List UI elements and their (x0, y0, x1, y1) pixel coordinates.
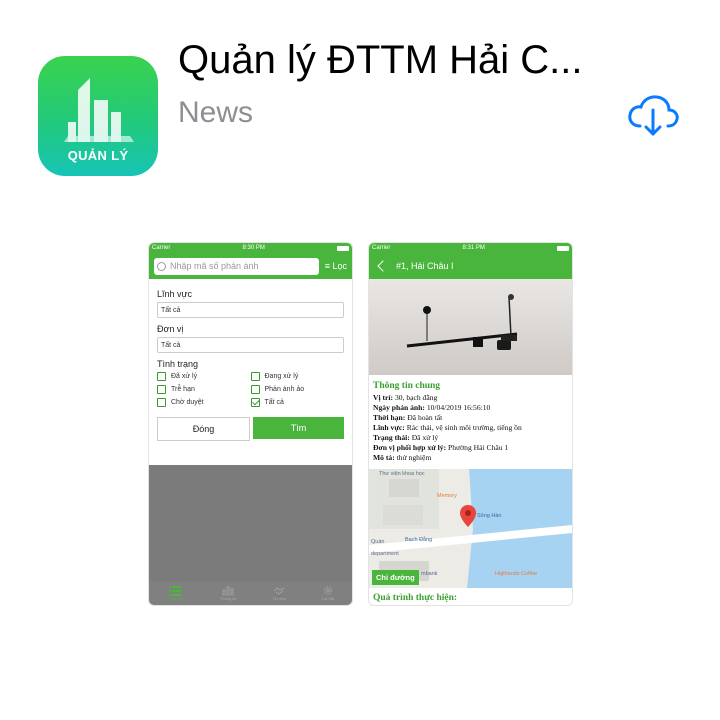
checkbox-done[interactable]: Đã xử lý (157, 372, 251, 381)
directions-button[interactable]: Chỉ đường (372, 570, 419, 585)
field-label: Lĩnh vực (157, 289, 193, 299)
gear-icon (323, 586, 332, 595)
section-title: Thông tin chung (373, 381, 441, 391)
map-label: Bạch Đằng (405, 537, 433, 543)
checkbox-label: Chờ duyệt (171, 399, 204, 406)
checkbox-all[interactable]: Tất cả (250, 398, 345, 407)
tab-label: Cài đặt (321, 596, 335, 601)
bar-chart-icon (222, 586, 234, 596)
handshake-icon (273, 587, 285, 595)
tab-bar: Phản ánh Thống kê Tin nhà Cài đặt (149, 581, 352, 605)
battery-icon (336, 245, 349, 251)
tab-stats[interactable]: Thống kê (220, 585, 237, 601)
dimmed-overlay[interactable] (149, 465, 352, 581)
detail-row: Vị trí: 30, bạch đằng (373, 393, 438, 402)
location-map[interactable]: Thư viện khoa học Memory Sông Hàn Quán B… (369, 469, 572, 588)
report-details: Thông tin chung Vị trí: 30, bạch đằng Ng… (369, 375, 572, 463)
close-button[interactable]: Đóng (157, 417, 250, 441)
search-placeholder: Nhập mã số phản ánh (170, 261, 259, 271)
checkbox-label: Tất cả (264, 399, 284, 406)
checkbox-box-checked (250, 398, 260, 407)
unit-select[interactable]: Tất cả (157, 337, 344, 353)
screenshot-report-detail[interactable]: Carrier 8:31 PM #1, Hải Châu I Thông tin… (369, 243, 572, 605)
unit-label: Đơn vị (157, 324, 184, 334)
checkbox-label: Đã xử lý (171, 373, 198, 380)
tab-news[interactable]: Tin nhà (272, 585, 286, 601)
cloud-download-icon[interactable] (626, 92, 680, 138)
checkbox-pending[interactable]: Chờ duyệt (157, 398, 251, 407)
detail-row: Đơn vị phối hợp xử lý: Phường Hải Châu 1 (373, 443, 509, 452)
status-bar: Carrier 8:30 PM (149, 243, 352, 253)
time-label: 8:31 PM (462, 245, 485, 251)
field-select[interactable]: Tất cả (157, 302, 344, 318)
time-label: 8:30 PM (242, 245, 265, 251)
checkbox-box (250, 385, 260, 394)
screenshot-search-filter[interactable]: Carrier 8:30 PM Nhập mã số phản ánh ≡ Lọ… (149, 243, 352, 605)
checkbox-box (250, 372, 260, 381)
detail-title: #1, Hải Châu I (396, 261, 454, 271)
search-bar: Nhập mã số phản ánh ≡ Lọc (149, 253, 352, 279)
form-buttons: Đóng Tìm (157, 417, 344, 441)
detail-nav-bar: #1, Hải Châu I (369, 253, 572, 279)
map-label: Quán (371, 539, 385, 545)
map-label: Highlands Coffee (495, 571, 538, 577)
ceiling-light-photo (406, 294, 518, 350)
tab-label: Thống kê (219, 596, 237, 601)
checkbox-processing[interactable]: Đang xử lý (250, 372, 345, 381)
status-bar: Carrier 8:31 PM (369, 243, 572, 253)
filter-button[interactable]: ≡ Lọc (325, 261, 347, 271)
checkbox-label: Đang xử lý (264, 373, 299, 380)
filter-label: Lọc (332, 261, 347, 271)
map-label: mbank (421, 571, 438, 577)
status-checkboxes: Đã xử lý Đang xử lý Trễ hạn Phản ánh ảo … (157, 372, 344, 407)
checkbox-box (157, 385, 166, 394)
map-label: department (371, 551, 399, 557)
status-label: Tình trạng (157, 359, 199, 369)
detail-row: Mô tả: thử nghiệm (373, 453, 432, 462)
checkbox-box (157, 372, 166, 381)
app-icon[interactable]: QUẢN LÝ (38, 56, 158, 176)
process-section-title: Quá trình thực hiện: (373, 593, 458, 603)
battery-icon (556, 245, 569, 251)
map-label: Memory (437, 493, 457, 499)
filter-form: Lĩnh vực Tất cả Đơn vị Tất cả Tình trạng… (149, 279, 352, 441)
search-icon (157, 261, 166, 271)
checkbox-overdue[interactable]: Trễ hạn (157, 385, 251, 394)
find-button[interactable]: Tìm (253, 417, 344, 439)
map-label: Thư viện khoa học (379, 471, 425, 477)
tab-settings[interactable]: Cài đặt (321, 585, 334, 601)
map-label: Sông Hàn (477, 513, 502, 519)
tab-label: Phản ánh (166, 596, 185, 601)
detail-row: Trạng thái: Đã xử lý (373, 433, 439, 442)
detail-row: Thời hạn: Đã hoàn tất (373, 413, 443, 422)
checkbox-fake[interactable]: Phản ánh ảo (250, 385, 345, 394)
report-photo[interactable] (369, 279, 572, 375)
back-chevron-icon[interactable] (377, 260, 389, 272)
carrier-label: Carrier (372, 245, 391, 251)
checkbox-label: Trễ hạn (171, 386, 195, 393)
tab-label: Tin nhà (272, 596, 286, 601)
app-title: Quản lý ĐTTM Hải C... (178, 38, 583, 82)
checkbox-label: Phản ánh ảo (264, 386, 305, 393)
carrier-label: Carrier (152, 245, 171, 251)
app-category[interactable]: News (178, 96, 253, 130)
tab-reports[interactable]: Phản ánh (167, 585, 184, 601)
search-input[interactable]: Nhập mã số phản ánh (154, 257, 319, 275)
checkbox-box (157, 398, 166, 407)
list-icon (169, 586, 182, 596)
app-icon-label: QUẢN LÝ (67, 148, 129, 163)
detail-row: Ngày phản ánh: 10/04/2019 16:56:10 (373, 403, 491, 412)
map-pin-icon[interactable] (460, 505, 476, 527)
detail-row: Lĩnh vực: Rác thải, vệ sinh môi trường, … (373, 423, 522, 432)
